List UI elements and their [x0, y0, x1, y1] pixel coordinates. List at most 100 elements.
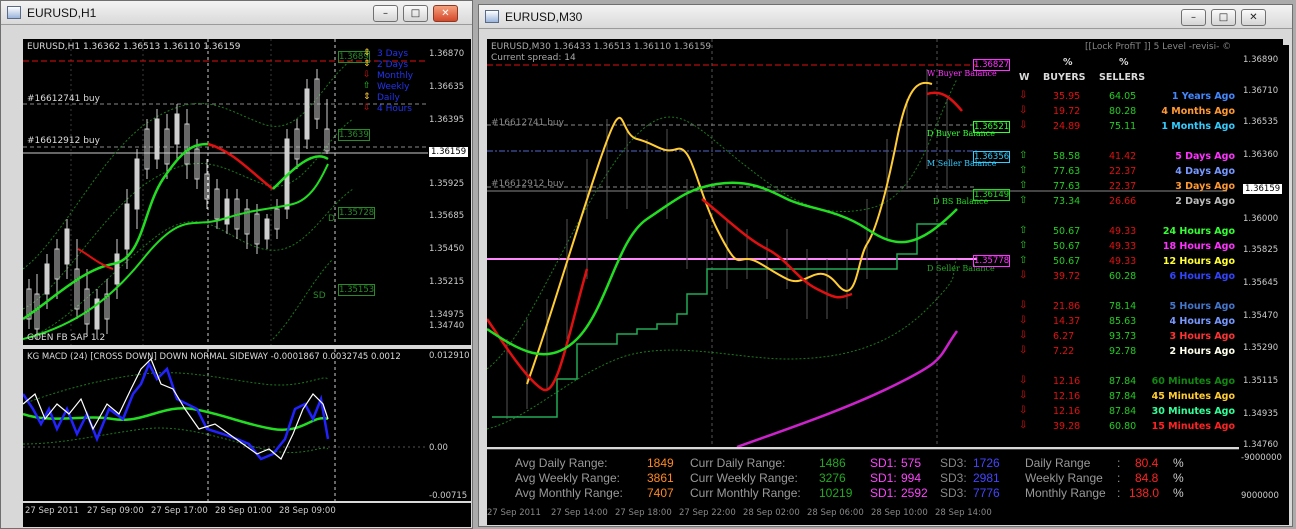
curr-daily-label: Curr Daily Range:: [690, 456, 786, 470]
buyers-value: 39.72: [1053, 271, 1081, 282]
level-letter-d: D: [328, 214, 335, 224]
minimize-button[interactable]: –: [373, 5, 398, 22]
arrow-up-icon: ⇧: [1019, 165, 1028, 176]
right-price-axis-labels: 1.36890 1.36710 1.36535 1.36360 1.36159 …: [1239, 45, 1289, 450]
maximize-button[interactable]: □: [1211, 9, 1236, 26]
chart-window-icon: [7, 6, 21, 19]
sellers-value: 49.33: [1109, 241, 1137, 252]
period-label: 30 Minutes Ago: [1151, 406, 1235, 417]
price-label: 1.35215: [429, 277, 465, 287]
range-stats-pane[interactable]: Avg Daily Range: 1849 Avg Weekly Range: …: [487, 449, 1239, 505]
w-buyer-balance-value: 1.36827: [973, 59, 1011, 71]
arrow-down-icon: ⇩: [1019, 330, 1028, 341]
range-colon: :: [1117, 471, 1121, 485]
buyers-value: 50.67: [1053, 226, 1081, 237]
buyers-value: 12.16: [1053, 391, 1081, 402]
time-label: 27 Sep 18:00: [615, 508, 672, 518]
period-label: 45 Minutes Ago: [1151, 391, 1235, 402]
price-label: 1.34975: [429, 310, 465, 320]
close-button[interactable]: ✕: [433, 5, 458, 22]
minimize-button[interactable]: –: [1181, 9, 1206, 26]
period-label: 60 Minutes Ago: [1151, 376, 1235, 387]
time-label: 28 Sep 06:00: [807, 508, 864, 518]
sellers-value: 87.84: [1109, 376, 1137, 387]
legend-arrows: ⇕ ⇕ ⇩ ⇧ ⇕ ⇩: [363, 48, 371, 114]
period-label: 15 Minutes Ago: [1151, 421, 1235, 432]
right-time-axis: 27 Sep 2011 27 Sep 14:00 27 Sep 18:00 27…: [487, 505, 1289, 525]
arrow-updown-icon: ⇕: [363, 48, 371, 58]
left-window-titlebar[interactable]: EURUSD,H1 – □ ✕: [1, 1, 472, 25]
macd-axis-label: -0.00715: [429, 491, 468, 501]
right-chart-window[interactable]: EURUSD,M30 – □ ✕ EURUSD,M30 1.36433 1.36…: [478, 4, 1293, 527]
sellers-value: 87.84: [1109, 391, 1137, 402]
current-price-tag: 1.36159: [429, 147, 469, 157]
time-label: 28 Sep 10:00: [871, 508, 928, 518]
period-label: 4 Days Ago: [1175, 166, 1235, 177]
sellers-value: 26.66: [1109, 196, 1137, 207]
buyers-value: 58.58: [1053, 151, 1081, 162]
sd1-label: SD1:: [870, 486, 897, 500]
monthly-range-label: Monthly Range: [1025, 486, 1106, 500]
buyers-value: 7.22: [1053, 346, 1075, 357]
d-seller-balance-value: 1.35778: [973, 255, 1011, 267]
arrow-down-icon: ⇩: [1019, 315, 1028, 326]
sd3-label: SD3:: [940, 456, 967, 470]
time-label: 27 Sep 14:00: [551, 508, 608, 518]
macd-header: KG MACD (24) [CROSS DOWN] DOWN NORMAL SI…: [27, 352, 401, 362]
left-window-title: EURUSD,H1: [27, 6, 97, 20]
maximize-button[interactable]: □: [403, 5, 428, 22]
buyers-value: 35.95: [1053, 91, 1081, 102]
buyers-value: 21.86: [1053, 301, 1081, 312]
curr-weekly-value: 3276: [819, 471, 846, 485]
period-label: 2 Days Ago: [1175, 196, 1235, 207]
sellers-value: 93.73: [1109, 331, 1137, 342]
arrow-up-icon: ⇧: [1019, 195, 1028, 206]
buyers-value: 50.67: [1053, 256, 1081, 267]
left-price-axis-labels: 1.36870 1.36635 1.36395 1.36159 1.35925 …: [429, 49, 471, 345]
sd3-monthly-value: 7776: [973, 486, 1000, 500]
right-window-titlebar[interactable]: EURUSD,M30 – □ ✕: [479, 5, 1292, 29]
right-price-pane[interactable]: EURUSD,M30 1.36433 1.36513 1.36110 1.361…: [487, 39, 1283, 447]
period-label: 2 Hours Ago: [1169, 346, 1235, 357]
arrow-down-icon: ⇩: [1019, 105, 1028, 116]
arrow-down-icon: ⇩: [1019, 420, 1028, 431]
avg-weekly-label: Avg Weekly Range:: [515, 471, 620, 485]
daily-range-value: 80.4: [1135, 456, 1159, 470]
price-label: 1.35925: [429, 179, 465, 189]
sellers-value: 64.05: [1109, 91, 1137, 102]
curr-weekly-label: Curr Weekly Range:: [690, 471, 798, 485]
sd1-daily-value: 575: [901, 456, 922, 470]
lock-profit-label: [[Lock ProfiT ]] 5 Level -revisi- ©: [1085, 42, 1232, 52]
legend-monthly: Monthly: [377, 71, 414, 81]
pct-sign: %: [1173, 486, 1184, 500]
price-label: 1.35290: [1243, 343, 1279, 353]
period-label: 3 Hours Ago: [1169, 331, 1235, 342]
close-button[interactable]: ✕: [1241, 9, 1266, 26]
chart-window-icon: [485, 10, 499, 23]
sellers-value: 92.78: [1109, 346, 1137, 357]
arrow-down-icon: ⇩: [1019, 375, 1028, 386]
macd-chart: [23, 349, 428, 501]
order-label-1: #16612741 buy: [491, 118, 564, 128]
header-buyers: BUYERS: [1043, 72, 1086, 83]
buyers-value: 6.27: [1053, 331, 1075, 342]
legend-2-days: 2 Days: [377, 60, 409, 70]
level-tag-2: 1.3639: [338, 129, 370, 141]
price-label: 1.36870: [429, 49, 465, 59]
price-label: 1.36360: [1243, 150, 1279, 160]
left-price-pane[interactable]: EURUSD,H1 1.36362 1.36513 1.36110 1.3615…: [23, 39, 471, 345]
price-label: 1.36635: [429, 82, 465, 92]
header-pct-sellers: %: [1119, 57, 1129, 68]
left-chart-window[interactable]: EURUSD,H1 – □ ✕ EURUSD,H1 1.36362 1.3651…: [0, 0, 473, 529]
buyers-value: 19.72: [1053, 106, 1081, 117]
period-label: 3 Days Ago: [1175, 181, 1235, 192]
pct-sign: %: [1173, 471, 1184, 485]
price-label: 1.35685: [429, 211, 465, 221]
arrow-up-icon: ⇧: [363, 81, 371, 91]
left-macd-pane[interactable]: KG MACD (24) [CROSS DOWN] DOWN NORMAL SI…: [23, 349, 471, 501]
buyers-value: 50.67: [1053, 241, 1081, 252]
range-colon: :: [1117, 486, 1121, 500]
sd3-label: SD3:: [940, 471, 967, 485]
arrow-updown-icon: ⇕: [363, 92, 371, 102]
buyers-value: 39.28: [1053, 421, 1081, 432]
